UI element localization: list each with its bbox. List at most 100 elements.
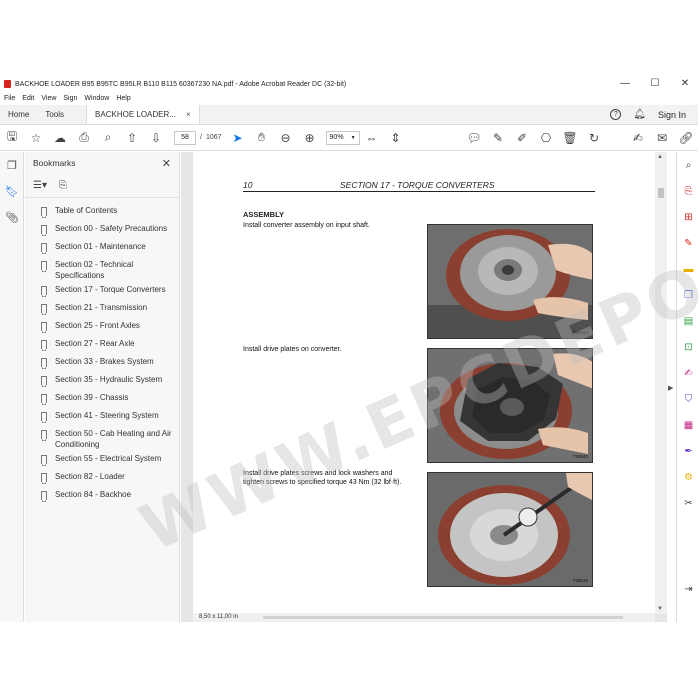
organize-pages-icon[interactable]: ▤: [677, 308, 700, 334]
print-icon[interactable]: ⎙: [72, 125, 96, 151]
tab-close-icon[interactable]: ×: [186, 110, 191, 119]
bookmark-item[interactable]: Table of Contents: [25, 204, 179, 222]
bookmark-label: Section 17 - Torque Converters: [55, 285, 166, 294]
request-signature-icon[interactable]: ✒: [677, 438, 700, 464]
scan-ocr-icon[interactable]: ⊡: [677, 334, 700, 360]
page-thumbnails-icon[interactable]: ❐: [0, 152, 24, 178]
bookmark-star-icon[interactable]: ☆: [24, 125, 48, 151]
bookmark-item[interactable]: Section 21 - Transmission: [25, 301, 179, 319]
bookmark-label: Section 02 - Technical Specifications: [55, 260, 134, 280]
scrollbar-thumb[interactable]: [658, 188, 664, 198]
previous-page-icon[interactable]: ⇧: [120, 125, 144, 151]
drive-plates-photo-drawing: [428, 349, 592, 462]
rotate-icon[interactable]: ↻: [582, 125, 606, 151]
status-bar: 8,50 x 11,00 in: [193, 613, 655, 622]
select-cursor-icon[interactable]: ➤: [226, 125, 250, 151]
zoom-select[interactable]: 90% ▼: [325, 130, 360, 145]
bookmark-item[interactable]: Section 82 - Loader: [25, 470, 179, 488]
bookmark-item[interactable]: Section 33 - Brakes System: [25, 355, 179, 373]
scroll-down-icon[interactable]: ▼: [657, 606, 663, 612]
bookmark-label: Section 50 - Cab Heating and Air Conditi…: [55, 429, 172, 449]
sign-icon[interactable]: ✍︎: [626, 125, 650, 151]
window-controls: — ☐ ✕: [610, 76, 700, 92]
bookmark-item[interactable]: Section 41 - Steering System: [25, 409, 179, 427]
bookmark-icon: [41, 322, 47, 333]
next-page-icon[interactable]: ⇩: [144, 125, 168, 151]
more-tools-icon[interactable]: ⚙︎: [677, 464, 700, 490]
highlight-pen-icon[interactable]: ✎: [486, 125, 510, 151]
tab-tools[interactable]: Tools: [37, 105, 72, 124]
comment-icon[interactable]: 💬︎: [462, 125, 486, 151]
prepare-form-icon[interactable]: ▦: [677, 412, 700, 438]
export-pdf-icon[interactable]: ⎘: [677, 178, 700, 204]
collapse-right-panel-icon[interactable]: ▶: [668, 384, 673, 392]
bookmarks-panel: Bookmarks ✕ ☰▾ ⎘ Table of Contents Secti…: [25, 152, 180, 622]
bookmark-item[interactable]: Section 39 - Chassis: [25, 391, 179, 409]
minimize-button[interactable]: —: [610, 76, 640, 92]
expand-tools-icon[interactable]: ⇥: [677, 576, 700, 602]
search-tools-icon[interactable]: ⌕: [677, 152, 700, 178]
horizontal-scrollbar[interactable]: [263, 616, 623, 619]
page-separator: /: [200, 134, 202, 141]
attachments-icon[interactable]: 📎︎: [0, 204, 24, 230]
photo-code: T28045: [572, 578, 588, 583]
tab-home[interactable]: Home: [0, 105, 37, 124]
bookmark-item[interactable]: Section 02 - Technical Specifications: [25, 258, 179, 283]
maximize-button[interactable]: ☐: [640, 76, 670, 92]
bookmark-item[interactable]: Section 17 - Torque Converters: [25, 283, 179, 301]
close-window-button[interactable]: ✕: [670, 76, 700, 92]
bookmark-item[interactable]: Section 50 - Cab Heating and Air Conditi…: [25, 427, 179, 452]
menu-view[interactable]: View: [41, 95, 56, 102]
fill-sign-icon[interactable]: ✍︎: [677, 360, 700, 386]
bookmark-item[interactable]: Section 27 - Rear Axle: [25, 337, 179, 355]
bookmark-icon: [41, 340, 47, 351]
bookmark-item[interactable]: Section 55 - Electrical System: [25, 452, 179, 470]
bookmark-label: Section 84 - Backhoe: [55, 490, 132, 499]
menu-help[interactable]: Help: [116, 95, 130, 102]
bookmark-item[interactable]: Section 35 - Hydraulic System: [25, 373, 179, 391]
tab-document[interactable]: BACKHOE LOADER... ×: [86, 105, 200, 124]
stamp-icon[interactable]: ⎔: [534, 125, 558, 151]
title-bar: BACKHOE LOADER B95 B95TC B95LR B110 B115…: [0, 76, 700, 92]
bookmark-item[interactable]: Section 84 - Backhoe: [25, 488, 179, 506]
comment-tool-icon[interactable]: ▬: [677, 256, 700, 282]
page-number-input[interactable]: 58: [174, 130, 196, 145]
photo-drive-plates: T28043: [427, 348, 593, 463]
share-link-icon[interactable]: 🔗︎: [674, 125, 698, 151]
scroll-up-icon[interactable]: ▲: [657, 154, 663, 160]
bookmark-item[interactable]: Section 00 - Safety Precautions: [25, 222, 179, 240]
help-icon[interactable]: ?: [610, 109, 622, 120]
draw-icon[interactable]: ✐: [510, 125, 534, 151]
combine-files-icon[interactable]: ❐: [677, 282, 700, 308]
bookmark-item[interactable]: Section 25 - Front Axles: [25, 319, 179, 337]
menu-sign[interactable]: Sign: [63, 95, 77, 102]
bookmark-icon: [41, 376, 47, 387]
edit-pdf-icon[interactable]: ✎: [677, 230, 700, 256]
add-bookmark-icon[interactable]: ⎘: [59, 180, 67, 191]
protect-icon[interactable]: ⛉: [677, 386, 700, 412]
close-panel-icon[interactable]: ✕: [162, 157, 171, 170]
zoom-out-icon[interactable]: ⊖: [274, 125, 298, 151]
menu-file[interactable]: File: [4, 95, 15, 102]
menu-edit[interactable]: Edit: [22, 95, 34, 102]
zoom-in-icon[interactable]: ⊕: [298, 125, 322, 151]
bookmark-item[interactable]: Section 01 - Maintenance: [25, 240, 179, 258]
vertical-scrollbar[interactable]: ▲ ▼: [655, 152, 667, 614]
delete-icon[interactable]: 🗑︎: [558, 125, 582, 151]
fit-page-icon[interactable]: ⇔: [360, 125, 384, 151]
scroll-mode-icon[interactable]: ⇕: [384, 125, 408, 151]
hand-tool-icon[interactable]: ✋︎: [250, 125, 274, 151]
email-icon[interactable]: ✉: [650, 125, 674, 151]
document-viewport[interactable]: 10 SECTION 17 - TORQUE CONVERTERS ASSEMB…: [181, 152, 667, 622]
left-navigation-rail: ❐ 🔖︎ 📎︎: [0, 152, 24, 622]
send-review-icon[interactable]: ✂: [677, 490, 700, 516]
search-icon[interactable]: ⌕: [96, 125, 120, 151]
menu-window[interactable]: Window: [84, 95, 109, 102]
sign-in-link[interactable]: Sign In: [658, 110, 686, 120]
notification-bell-icon[interactable]: 🔔︎: [633, 109, 646, 120]
bookmarks-panel-icon[interactable]: 🔖︎: [0, 178, 24, 204]
bookmark-options-icon[interactable]: ☰▾: [33, 180, 47, 191]
save-icon[interactable]: 🖫︎: [0, 125, 24, 151]
create-pdf-icon[interactable]: ⊞: [677, 204, 700, 230]
upload-cloud-icon[interactable]: ☁: [48, 125, 72, 151]
